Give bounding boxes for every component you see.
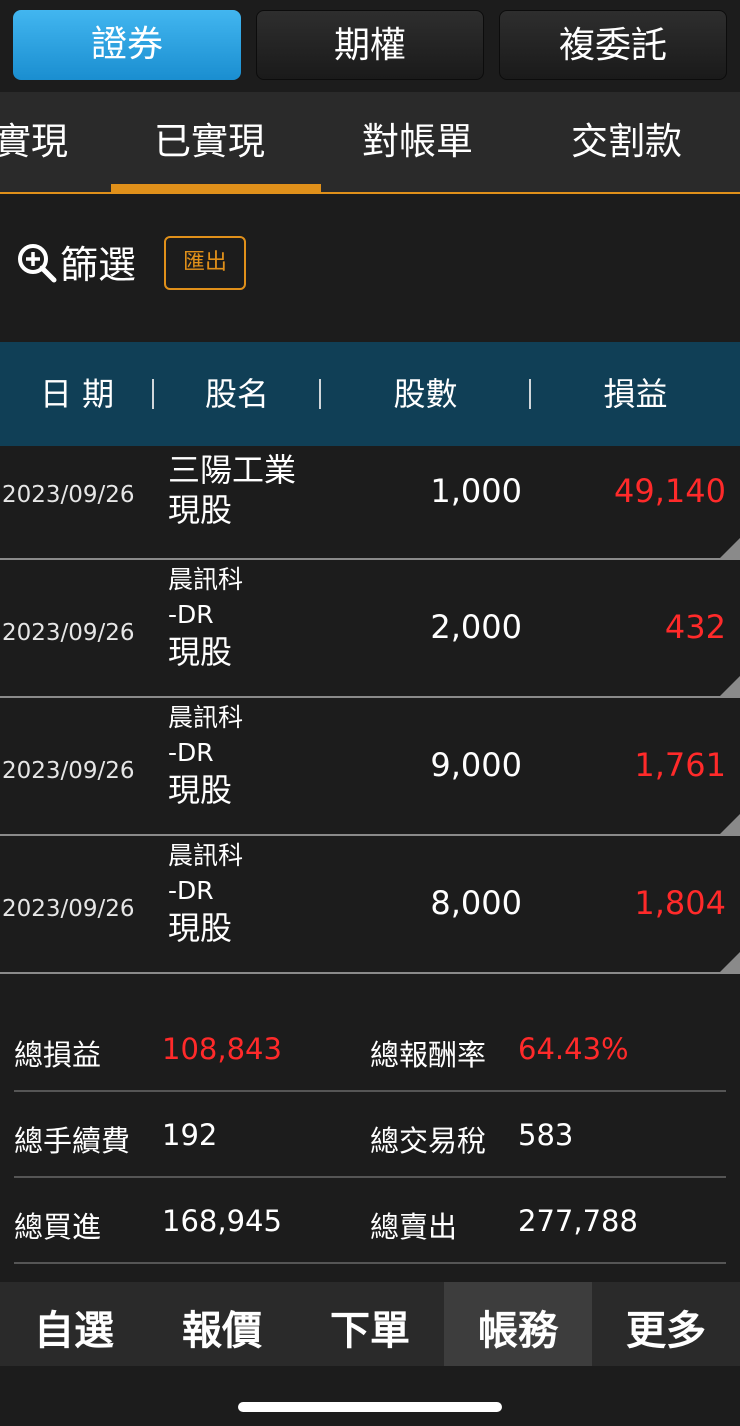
total-buy-value: 168,945 xyxy=(162,1204,282,1238)
realized-list: 2023/09/26 三陽工業 現股 1,000 49,140 2023/09/… xyxy=(0,446,740,974)
table-row[interactable]: 2023/09/26 晨訊科 -DR 現股 8,000 1,804 xyxy=(0,836,740,974)
nav-account[interactable]: 帳務 xyxy=(444,1282,592,1366)
table-row[interactable]: 2023/09/26 三陽工業 現股 1,000 49,140 xyxy=(0,446,740,560)
row-shares: 1,000 xyxy=(430,472,522,510)
row-date: 2023/09/26 xyxy=(2,758,135,784)
stock-name-line: -DR xyxy=(168,738,214,767)
account-sub-tabs: 實現 已實現 對帳單 交割款 xyxy=(0,92,740,194)
column-header-shares: 股數 xyxy=(393,375,458,413)
export-button[interactable]: 匯出 xyxy=(164,236,246,290)
active-tab-indicator xyxy=(111,184,321,192)
row-shares: 9,000 xyxy=(430,746,522,784)
row-date: 2023/09/26 xyxy=(2,620,135,646)
total-pnl-label: 總損益 xyxy=(14,1038,102,1072)
nav-more[interactable]: 更多 xyxy=(592,1282,740,1366)
expand-corner-icon xyxy=(720,676,740,696)
trade-type: 現股 xyxy=(168,633,233,671)
tab-sub-brokerage[interactable]: 複委託 xyxy=(499,10,727,80)
bottom-navigation: 自選 報價 下單 帳務 更多 xyxy=(0,1282,740,1366)
row-stock-name: 晨訊科 -DR 現股 xyxy=(168,838,243,948)
row-pnl: 1,804 xyxy=(634,884,726,922)
total-return-value: 64.43% xyxy=(518,1032,629,1066)
column-header-stock-name: 股名 xyxy=(204,375,269,413)
tab-realized[interactable]: 已實現 xyxy=(154,92,265,192)
nav-order[interactable]: 下單 xyxy=(296,1282,444,1366)
total-fee-value: 192 xyxy=(162,1118,218,1152)
divider xyxy=(14,1090,726,1092)
tab-statement[interactable]: 對帳單 xyxy=(362,92,473,192)
total-return-label: 總報酬率 xyxy=(370,1038,487,1072)
zoom-in-icon[interactable] xyxy=(16,242,58,284)
home-indicator-area xyxy=(0,1366,740,1426)
trade-type: 現股 xyxy=(168,491,233,529)
expand-corner-icon xyxy=(720,538,740,558)
nav-quotes[interactable]: 報價 xyxy=(148,1282,296,1366)
row-stock-name: 三陽工業 現股 xyxy=(168,450,296,530)
expand-corner-icon xyxy=(720,814,740,834)
total-tax-value: 583 xyxy=(518,1118,574,1152)
total-buy-label: 總買進 xyxy=(14,1210,102,1244)
market-segment-bar: 證券 期權 複委託 xyxy=(0,0,740,92)
total-pnl-value: 108,843 xyxy=(162,1032,282,1066)
trade-type: 現股 xyxy=(168,909,233,947)
column-header-date: 日 期 xyxy=(39,375,115,413)
home-indicator[interactable] xyxy=(238,1402,502,1412)
stock-name-line: -DR xyxy=(168,876,214,905)
expand-corner-icon xyxy=(720,952,740,972)
row-shares: 8,000 xyxy=(430,884,522,922)
row-shares: 2,000 xyxy=(430,608,522,646)
tab-unrealized[interactable]: 實現 xyxy=(0,92,68,192)
table-row[interactable]: 2023/09/26 晨訊科 -DR 現股 9,000 1,761 xyxy=(0,698,740,836)
table-row[interactable]: 2023/09/26 晨訊科 -DR 現股 2,000 432 xyxy=(0,560,740,698)
row-pnl: 49,140 xyxy=(614,472,726,510)
row-pnl: 1,761 xyxy=(634,746,726,784)
divider xyxy=(14,1176,726,1178)
trade-type: 現股 xyxy=(168,771,233,809)
total-tax-label: 總交易稅 xyxy=(370,1124,487,1158)
nav-watchlist[interactable]: 自選 xyxy=(0,1282,148,1366)
row-date: 2023/09/26 xyxy=(2,896,135,922)
total-fee-label: 總手續費 xyxy=(14,1124,131,1158)
divider xyxy=(14,1262,726,1264)
stock-name-line: 三陽工業 xyxy=(168,451,297,489)
row-stock-name: 晨訊科 -DR 現股 xyxy=(168,562,243,672)
row-stock-name: 晨訊科 -DR 現股 xyxy=(168,700,243,810)
summary-panel: 總損益 108,843 總報酬率 64.43% 總手續費 192 總交易稅 58… xyxy=(0,976,740,1282)
stock-name-line: 晨訊科 xyxy=(168,703,244,732)
column-header-pnl: 損益 xyxy=(603,375,668,413)
total-sell-value: 277,788 xyxy=(518,1204,638,1238)
row-pnl: 432 xyxy=(664,608,726,646)
stock-name-line: -DR xyxy=(168,600,214,629)
filter-button[interactable]: 篩選 xyxy=(60,234,136,289)
tab-securities[interactable]: 證券 xyxy=(13,10,241,80)
table-header: 日 期 股名 股數 損益 xyxy=(0,342,740,446)
tab-futures-options[interactable]: 期權 xyxy=(256,10,484,80)
stock-name-line: 晨訊科 xyxy=(168,565,244,594)
row-date: 2023/09/26 xyxy=(2,482,135,508)
tab-settlement[interactable]: 交割款 xyxy=(571,92,682,192)
filter-bar: 篩選 匯出 xyxy=(0,194,740,342)
stock-name-line: 晨訊科 xyxy=(168,841,244,870)
total-sell-label: 總賣出 xyxy=(370,1210,458,1244)
